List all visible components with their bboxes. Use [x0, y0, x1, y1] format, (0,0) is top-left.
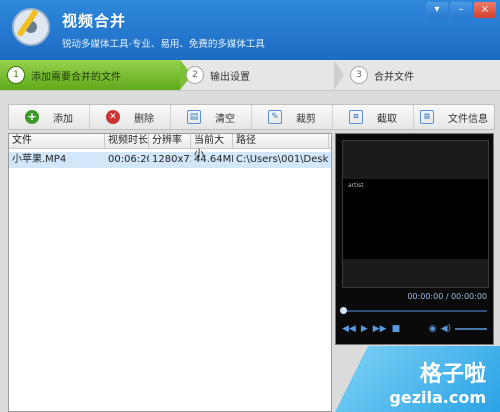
file-info-label: 文件信息 — [448, 113, 488, 125]
crop-button[interactable]: ⌗ 截取 — [333, 105, 414, 129]
seek-handle[interactable] — [340, 307, 347, 314]
crop-icon: ⌗ — [349, 110, 363, 124]
delete-icon: ✕ — [106, 110, 120, 124]
step-label: 合并文件 — [374, 71, 414, 83]
app-subtitle: 锐动多媒体工具-专业、易用、免费的多媒体工具 — [62, 39, 265, 50]
cut-button[interactable]: ✎ 裁剪 — [252, 105, 333, 129]
camera-icon[interactable]: ◉ — [429, 324, 437, 334]
file-info-button[interactable]: ≡ 文件信息 — [414, 105, 494, 129]
volume-slider[interactable] — [455, 328, 487, 330]
step-number: 1 — [7, 66, 25, 84]
step-output-settings[interactable]: 2 输出设置 — [186, 60, 250, 90]
menu-button[interactable]: ▾ — [426, 2, 448, 18]
title-bar: 视频合并 锐动多媒体工具-专业、易用、免费的多媒体工具 ▾ – × — [0, 0, 500, 60]
rewind-icon[interactable]: ◀◀ — [342, 324, 356, 334]
clear-button[interactable]: ▤ 清空 — [171, 105, 252, 129]
playback-time: 00:00:00 / 00:00:00 — [407, 292, 487, 301]
volume-icon[interactable]: ◀) — [441, 324, 451, 334]
step-number: 2 — [186, 66, 204, 84]
file-list-header: 文件 视频时长 分辨率 当前大小 路径 — [9, 134, 331, 160]
delete-button[interactable]: ✕ 删除 — [90, 105, 171, 129]
forward-icon[interactable]: ▶▶ — [373, 324, 387, 334]
app-title: 视频合并 — [62, 12, 127, 30]
step-number: 3 — [350, 66, 368, 84]
cell-size: 44.64MB — [194, 154, 233, 165]
step-bar: 1 添加需要合并的文件 2 输出设置 3 合并文件 — [0, 60, 500, 91]
column-header-resolution[interactable]: 分辨率 — [149, 134, 191, 148]
cell-duration: 00:06:20 — [108, 154, 149, 165]
stop-icon[interactable]: ■ — [392, 324, 401, 334]
seek-bar[interactable] — [340, 307, 487, 314]
file-list[interactable]: 文件 视频时长 分辨率 当前大小 路径 小苹果.MP4 00:06:20 128… — [8, 133, 332, 412]
play-icon[interactable]: ▶ — [361, 324, 368, 334]
step-arrow-icon — [334, 60, 344, 90]
table-row[interactable]: 小苹果.MP4 00:06:20 1280x720 44.64MB C:\Use… — [9, 152, 331, 168]
site-watermark: 格子啦 gezila.com — [335, 346, 500, 412]
cell-file-name: 小苹果.MP4 — [12, 154, 67, 165]
edit-icon: ✎ — [268, 110, 282, 124]
step-add-files[interactable]: 1 添加需要合并的文件 — [0, 60, 180, 90]
window-controls: ▾ – × — [426, 2, 496, 18]
watermark-title: 格子啦 — [419, 362, 486, 387]
add-label: 添加 — [53, 113, 73, 125]
trash-icon: ▤ — [187, 110, 201, 124]
column-header-file[interactable]: 文件 — [9, 134, 105, 148]
cut-label: 裁剪 — [296, 113, 316, 125]
video-screen: artist — [342, 140, 489, 288]
document-icon: ≡ — [420, 110, 434, 124]
step-label: 添加需要合并的文件 — [31, 71, 121, 83]
add-button[interactable]: + 添加 — [9, 105, 90, 129]
app-logo-icon — [12, 8, 50, 46]
minimize-button[interactable]: – — [450, 2, 472, 18]
plus-icon: + — [25, 110, 39, 124]
cell-path: C:\Users\001\Deskt... — [236, 154, 329, 165]
clear-label: 清空 — [215, 113, 235, 125]
column-header-path[interactable]: 路径 — [233, 134, 329, 148]
step-label: 输出设置 — [210, 71, 250, 83]
toolbar: + 添加 ✕ 删除 ▤ 清空 ✎ 裁剪 ⌗ 截取 ≡ 文件信息 — [8, 104, 495, 130]
column-header-size[interactable]: 当前大小 — [191, 134, 233, 160]
column-header-duration[interactable]: 视频时长 — [105, 134, 149, 148]
video-frame: artist — [343, 179, 488, 259]
delete-label: 删除 — [134, 113, 154, 125]
close-button[interactable]: × — [474, 2, 496, 18]
step-merge[interactable]: 3 合并文件 — [350, 60, 414, 90]
cell-resolution: 1280x720 — [152, 154, 191, 165]
crop-label: 截取 — [377, 113, 397, 125]
playback-controls: ◀◀ ▶ ▶▶ ■ — [342, 324, 400, 334]
video-frame-text: artist — [348, 182, 364, 189]
player-extra-controls: ◉ ◀) — [429, 324, 487, 334]
video-preview-player: artist 00:00:00 / 00:00:00 ◀◀ ▶ ▶▶ ■ ◉ ◀… — [335, 133, 494, 345]
watermark-url: gezila.com — [389, 388, 486, 407]
